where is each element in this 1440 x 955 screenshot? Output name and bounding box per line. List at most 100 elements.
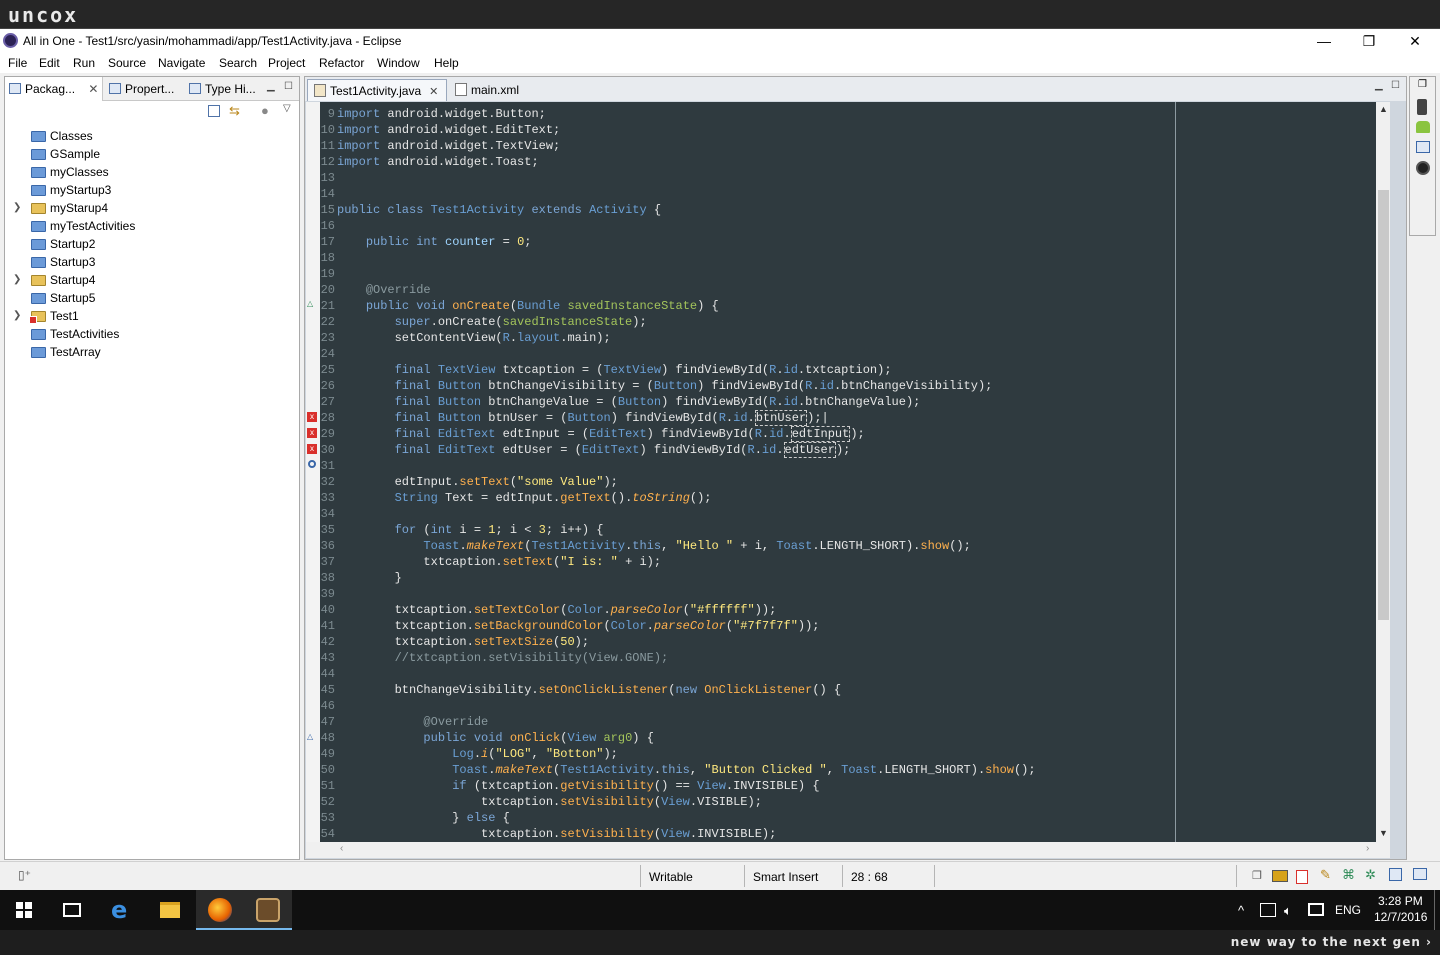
tree-item-label: Startup5 [50,291,96,305]
language-indicator[interactable]: ENG [1335,903,1361,917]
outline-icon[interactable]: ⌘ [1342,867,1355,883]
menu-refactor[interactable]: Refactor [319,56,364,70]
view-menu-icon[interactable]: ▽ [283,103,291,114]
file-explorer-button[interactable] [146,890,194,930]
collapse-all-icon[interactable] [208,105,220,117]
tree-item[interactable]: TestArray [5,343,299,361]
filter-icon[interactable]: ● [261,103,269,118]
tab-type-hierarchy[interactable]: Type Hi... [185,77,261,101]
error-marker-icon[interactable]: x [307,444,317,454]
insert-mode-status: Smart Insert [753,870,819,884]
tree-item[interactable]: myStartup3 [5,181,299,199]
menu-edit[interactable]: Edit [39,56,60,70]
show-desktop-button[interactable] [1434,890,1435,930]
maximize-view-icon[interactable]: ☐ [284,81,293,92]
windows-taskbar: e ^ 🔈︎ ENG 3:28 PM 12/7/2016 [0,890,1440,930]
scroll-down-icon[interactable]: ▼ [1379,828,1388,838]
tab-label: main.xml [471,83,520,97]
menu-file[interactable]: File [8,56,27,70]
tree-item[interactable]: GSample [5,145,299,163]
minimize-button[interactable]: — [1301,31,1347,51]
tree-item-label: Startup2 [50,237,96,251]
restore-icon[interactable]: ❐ [1418,79,1427,90]
menu-search[interactable]: Search [219,56,257,70]
action-center-icon[interactable] [1308,903,1324,916]
expand-arrow-icon[interactable]: ❯ [13,307,21,325]
firefox-icon [208,898,232,922]
expand-arrow-icon[interactable]: ❯ [13,199,21,217]
link-with-editor-icon[interactable]: ⇆ [229,103,240,119]
minimize-view-icon[interactable]: ▁ [267,81,275,92]
tree-item[interactable]: Classes [5,127,299,145]
breakpoint-icon[interactable] [308,460,316,468]
scroll-right-icon[interactable]: › [1366,843,1369,854]
task-view-button[interactable] [48,890,96,930]
tab-label: Type Hi... [205,82,256,96]
horizontal-scrollbar[interactable]: ‹ › [306,842,1390,858]
tree-item[interactable]: ❯ myStarup4 [5,199,299,217]
error-marker-icon[interactable]: x [307,428,317,438]
clock-date[interactable]: 12/7/2016 [1374,910,1427,924]
tree-item[interactable]: Startup2 [5,235,299,253]
menu-source[interactable]: Source [108,56,146,70]
tree-item-label: TestActivities [50,327,120,341]
expand-arrow-icon[interactable]: ❯ [13,271,21,289]
brand-logo: uncox [8,3,79,27]
code-area[interactable]: x x x △ △ 9 import android.widget.Button;… [306,102,1390,842]
menu-project[interactable]: Project [268,56,305,70]
firefox-button[interactable] [196,890,244,930]
tasks-icon[interactable]: ✎ [1320,867,1331,883]
volume-icon[interactable]: 🔈︎ [1284,903,1292,919]
vertical-scrollbar[interactable]: ▲ ▼ [1376,102,1390,842]
tree-item[interactable]: Startup5 [5,289,299,307]
start-button[interactable] [0,890,48,930]
tree-item[interactable]: myTestActivities [5,217,299,235]
logcat-icon[interactable]: ✲ [1365,867,1376,883]
tree-item-label: myStarup4 [50,201,109,215]
scrollbar-thumb[interactable] [1378,190,1389,620]
fast-view-icon[interactable]: ▯⁺ [18,868,31,882]
maximize-editor-icon[interactable]: ☐ [1391,80,1400,91]
package-explorer: Packag... ✕ Propert... Type Hi... ▁ ☐ ⇆ … [4,76,300,860]
cursor-position: 28 : 68 [851,870,888,884]
search-view-icon[interactable] [1389,868,1402,881]
tab-label: Test1Activity.java [330,84,422,98]
tree-item[interactable]: ❯ Test1 [5,307,299,325]
menu-window[interactable]: Window [377,56,420,70]
close-icon[interactable]: ✕ [429,86,438,98]
close-button[interactable]: ✕ [1392,31,1438,51]
scroll-up-icon[interactable]: ▲ [1379,104,1388,114]
show-hidden-icons-icon[interactable]: ^ [1238,903,1244,918]
maximize-button[interactable]: ❐ [1346,31,1392,51]
package-icon [9,83,21,94]
eclipse-button[interactable] [244,890,292,930]
network-icon[interactable] [1260,903,1276,917]
scroll-left-icon[interactable]: ‹ [340,843,343,854]
tab-test1activity-java[interactable]: Test1Activity.java ✕ [307,79,447,101]
menu-help[interactable]: Help [434,56,459,70]
tab-properties[interactable]: Propert... [105,77,183,101]
problems-icon[interactable] [1296,870,1308,884]
android-icon[interactable] [1416,121,1430,133]
tree-item[interactable]: myClasses [5,163,299,181]
layout-icon[interactable] [1416,141,1430,153]
console-icon[interactable] [1272,870,1288,882]
close-icon[interactable]: ✕ [88,82,98,96]
menu-navigate[interactable]: Navigate [158,56,205,70]
javadoc-icon[interactable] [1413,868,1427,880]
tree-item[interactable]: ❯ Startup4 [5,271,299,289]
monitor-icon[interactable] [1416,161,1430,175]
project-tree: Classes GSample myClasses myStartup3 ❯ my… [5,127,299,361]
minimize-editor-icon[interactable]: ▁ [1375,80,1383,91]
tab-package-explorer[interactable]: Packag... ✕ [5,77,103,101]
error-marker-icon[interactable]: x [307,412,317,422]
tab-main-xml[interactable]: main.xml [449,79,545,101]
tree-item[interactable]: TestActivities [5,325,299,343]
device-icon[interactable] [1417,99,1427,115]
menu-run[interactable]: Run [73,56,95,70]
restore-icon[interactable]: ❐ [1252,869,1262,882]
eclipse-icon [3,33,18,48]
edge-button[interactable]: e [98,890,146,930]
tree-item[interactable]: Startup3 [5,253,299,271]
clock-time[interactable]: 3:28 PM [1378,894,1423,908]
